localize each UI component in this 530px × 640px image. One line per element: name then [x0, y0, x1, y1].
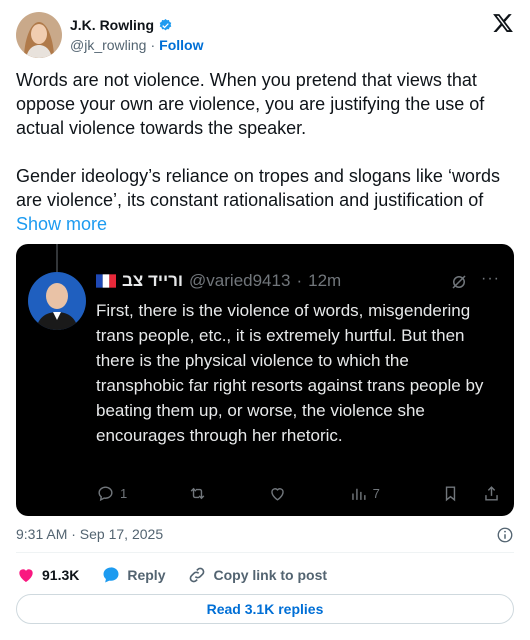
tweet-header: J.K. Rowling @jk_rowling · Follow	[16, 10, 514, 62]
bookmark-icon	[445, 485, 456, 501]
read-replies-button[interactable]: Read 3.1K replies	[16, 594, 514, 624]
france-flag-icon	[96, 274, 116, 288]
x-logo-icon[interactable]	[492, 12, 514, 34]
embedded-post-image[interactable]: ורייד צב @varied9413 · 12m ··· First, th…	[16, 244, 514, 516]
grok-icon	[452, 275, 466, 289]
footer-actions: 91.3K Reply Copy link to post	[16, 564, 349, 586]
embedded-like-action	[268, 484, 287, 503]
embedded-author-name: ורייד צב	[122, 271, 184, 290]
copy-link-button[interactable]: Copy link to post	[187, 565, 327, 585]
copy-link-label: Copy link to post	[213, 567, 328, 583]
embedded-right-actions	[441, 484, 501, 503]
tweet-body: Words are not violence. When you pretend…	[16, 70, 500, 210]
info-icon[interactable]	[496, 526, 514, 544]
tweet-text: Words are not violence. When you pretend…	[16, 68, 514, 236]
divider	[16, 552, 514, 553]
follow-button[interactable]: Follow	[159, 37, 203, 53]
share-icon	[485, 485, 498, 501]
timestamp[interactable]: 9:31 AM · Sep 17, 2025	[16, 526, 163, 542]
thread-line	[56, 244, 58, 272]
reply-bubble-icon	[98, 485, 113, 501]
repost-icon	[191, 487, 205, 499]
embedded-reply-action: 1	[96, 484, 127, 503]
embedded-views-action: 7	[349, 484, 380, 503]
author-avatar[interactable]	[16, 12, 62, 58]
timestamp-row: 9:31 AM · Sep 17, 2025	[16, 526, 514, 546]
author-handle[interactable]: @jk_rowling	[70, 37, 146, 53]
author-name[interactable]: J.K. Rowling	[70, 17, 154, 33]
embedded-separator: ·	[296, 271, 303, 290]
verified-badge-icon	[159, 18, 172, 30]
embedded-views-count: 7	[372, 485, 380, 501]
show-more-link[interactable]: Show more	[16, 214, 107, 234]
embedded-repost-action	[188, 484, 207, 503]
link-icon	[190, 567, 205, 583]
author-handle-row: @jk_rowling · Follow	[70, 37, 203, 53]
author-name-row: J.K. Rowling	[70, 17, 173, 33]
like-count: 91.3K	[42, 567, 80, 583]
embedded-author-handle: @varied9413	[189, 271, 291, 290]
embedded-author-avatar	[28, 272, 86, 330]
embedded-more-icon: ···	[481, 270, 500, 287]
like-button[interactable]: 91.3K	[16, 565, 79, 585]
embedded-time: 12m	[308, 271, 342, 290]
reply-button[interactable]: Reply	[101, 565, 165, 585]
embedded-reply-count: 1	[120, 485, 128, 501]
handle-separator: ·	[150, 37, 156, 53]
embedded-post-text: First, there is the violence of words, m…	[96, 301, 484, 445]
reply-label: Reply	[127, 567, 166, 583]
views-chart-icon	[351, 488, 366, 500]
read-replies-label: Read 3.1K replies	[206, 601, 324, 617]
embedded-header: ורייד צב @varied9413 · 12m	[96, 271, 341, 291]
heart-icon	[19, 569, 33, 583]
reply-icon	[103, 567, 119, 583]
heart-outline-icon	[271, 487, 285, 501]
embedded-action-bar: 1 7	[96, 482, 501, 504]
